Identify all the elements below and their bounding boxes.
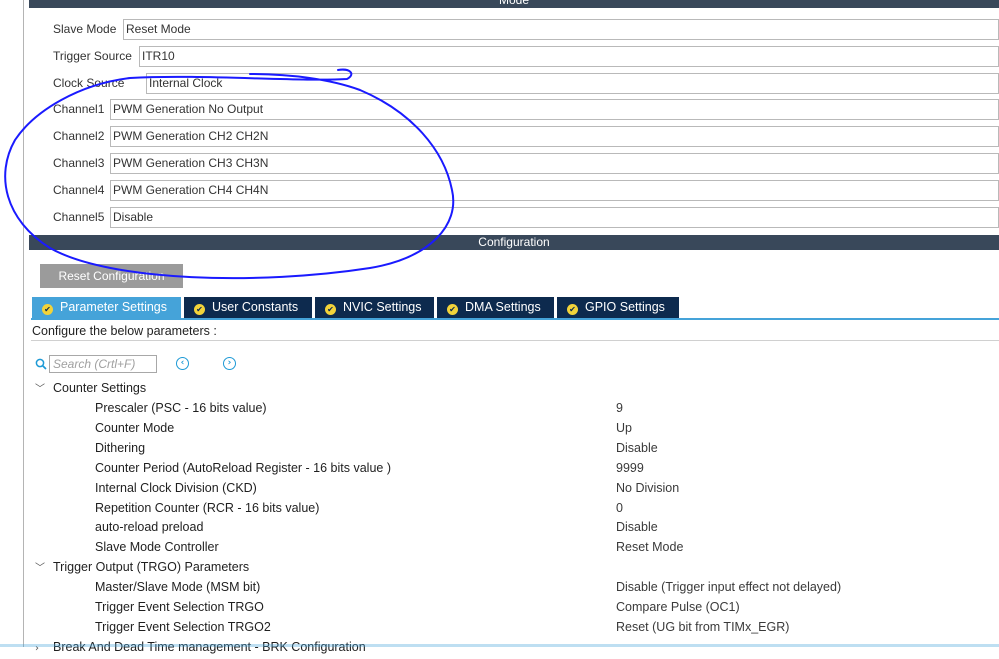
group-break-dead-time[interactable]: › Break And Dead Time management - BRK Co… <box>35 637 366 657</box>
param-value: Disable <box>616 520 658 534</box>
channel3-select[interactable]: PWM Generation CH3 CH3N <box>110 153 999 174</box>
trigger-source-select[interactable]: ITR10 <box>139 46 999 67</box>
group-label: Counter Settings <box>53 381 147 395</box>
channel4-label: Channel4 <box>53 183 105 197</box>
clock-source-label: Clock Source <box>53 76 125 90</box>
trigger-source-label: Trigger Source <box>53 49 132 63</box>
param-value: 9 <box>616 401 623 415</box>
param-name: Counter Mode <box>95 421 175 435</box>
param-name: Counter Period (AutoReload Register - 16… <box>95 461 391 475</box>
param-value: Compare Pulse (OC1) <box>616 600 740 614</box>
search-input[interactable] <box>49 355 157 373</box>
param-value: Disable (Trigger input effect not delaye… <box>616 580 842 594</box>
chevron-right-circle-icon[interactable]: › <box>223 357 236 370</box>
channel2-label: Channel2 <box>53 129 105 143</box>
param-row[interactable]: Repetition Counter (RCR - 16 bits value)… <box>95 498 999 518</box>
configuration-header: Configuration <box>29 235 999 250</box>
group-label: Trigger Output (TRGO) Parameters <box>53 560 250 574</box>
check-circle-icon: ✔ <box>42 304 53 315</box>
param-name: Repetition Counter (RCR - 16 bits value) <box>95 501 320 515</box>
mode-row-channel2: Channel2 PWM Generation CH2 CH2N <box>53 126 999 148</box>
param-name: Master/Slave Mode (MSM bit) <box>95 580 261 594</box>
param-name: Dithering <box>95 441 146 455</box>
tab-label: DMA Settings <box>465 300 541 314</box>
param-value: Reset (UG bit from TIMx_EGR) <box>616 620 790 634</box>
configure-instructions: Configure the below parameters : <box>31 320 999 341</box>
param-name: Prescaler (PSC - 16 bits value) <box>95 401 267 415</box>
param-row[interactable]: Prescaler (PSC - 16 bits value) 9 <box>95 398 999 418</box>
mode-row-channel5: Channel5 Disable <box>53 207 999 229</box>
param-row[interactable]: Counter Mode Up <box>95 418 999 438</box>
tab-label: Parameter Settings <box>60 300 167 314</box>
param-row[interactable]: Slave Mode Controller Reset Mode <box>95 537 999 557</box>
param-value: Up <box>616 421 632 435</box>
slave-mode-label: Slave Mode <box>53 22 117 36</box>
param-row[interactable]: Trigger Event Selection TRGO2 Reset (UG … <box>95 617 999 637</box>
channel5-label: Channel5 <box>53 210 105 224</box>
channel4-select[interactable]: PWM Generation CH4 CH4N <box>110 180 999 201</box>
tab-label: NVIC Settings <box>343 300 422 314</box>
param-row[interactable]: Trigger Event Selection TRGO Compare Pul… <box>95 597 999 617</box>
mode-row-channel4: Channel4 PWM Generation CH4 CH4N <box>53 180 999 202</box>
mode-row-channel3: Channel3 PWM Generation CH3 CH3N <box>53 153 999 175</box>
tab-dma-settings[interactable]: ✔ DMA Settings <box>437 297 554 318</box>
check-circle-icon: ✔ <box>447 304 458 315</box>
channel3-label: Channel3 <box>53 156 105 170</box>
mode-row-slave-mode: Slave Mode Reset Mode <box>53 19 999 41</box>
reset-configuration-button[interactable]: Reset Configuration <box>40 264 183 288</box>
param-row[interactable]: auto-reload preload Disable <box>95 517 999 537</box>
tab-label: GPIO Settings <box>585 300 665 314</box>
param-value: No Division <box>616 481 680 495</box>
param-name: Trigger Event Selection TRGO <box>95 600 264 614</box>
chevron-down-icon: ﹀ <box>35 384 45 395</box>
param-value: Disable <box>616 441 658 455</box>
tab-user-constants[interactable]: ✔ User Constants <box>184 297 312 318</box>
mode-row-clock-source: Clock Source Internal Clock <box>53 73 999 95</box>
channel1-select[interactable]: PWM Generation No Output <box>110 99 999 120</box>
panel-divider <box>23 0 24 647</box>
param-name: Slave Mode Controller <box>95 540 219 554</box>
param-row[interactable]: Counter Period (AutoReload Register - 16… <box>95 458 999 478</box>
check-circle-icon: ✔ <box>325 304 336 315</box>
param-value: Reset Mode <box>616 540 684 554</box>
tab-nvic-settings[interactable]: ✔ NVIC Settings <box>315 297 434 318</box>
channel5-select[interactable]: Disable <box>110 207 999 228</box>
param-value: 0 <box>616 501 623 515</box>
param-name: Trigger Event Selection TRGO2 <box>95 620 271 634</box>
channel1-label: Channel1 <box>53 102 105 116</box>
group-label: Break And Dead Time management - BRK Con… <box>53 640 366 654</box>
tab-parameter-settings[interactable]: ✔ Parameter Settings <box>32 297 181 318</box>
channel2-select[interactable]: PWM Generation CH2 CH2N <box>110 126 999 147</box>
param-name: Internal Clock Division (CKD) <box>95 481 257 495</box>
chevron-right-icon: › <box>35 643 39 654</box>
param-value: 9999 <box>616 461 644 475</box>
param-name: auto-reload preload <box>95 520 204 534</box>
param-row[interactable]: Internal Clock Division (CKD) No Divisio… <box>95 478 999 498</box>
group-counter-settings[interactable]: ﹀ Counter Settings <box>35 378 146 398</box>
chevron-left-circle-icon[interactable]: ‹ <box>176 357 189 370</box>
group-trigger-output[interactable]: ﹀ Trigger Output (TRGO) Parameters <box>35 557 249 577</box>
chevron-down-icon: ﹀ <box>35 563 45 574</box>
mode-header: Mode <box>29 0 999 8</box>
check-circle-icon: ✔ <box>567 304 578 315</box>
check-circle-icon: ✔ <box>194 304 205 315</box>
mode-row-trigger-source: Trigger Source ITR10 <box>53 46 999 68</box>
search-icon[interactable] <box>35 358 47 373</box>
param-row[interactable]: Master/Slave Mode (MSM bit) Disable (Tri… <box>95 577 999 597</box>
mode-row-channel1: Channel1 PWM Generation No Output <box>53 99 999 121</box>
slave-mode-select[interactable]: Reset Mode <box>123 19 999 40</box>
tab-label: User Constants <box>212 300 299 314</box>
param-row[interactable]: Dithering Disable <box>95 438 999 458</box>
tab-gpio-settings[interactable]: ✔ GPIO Settings <box>557 297 679 318</box>
clock-source-select[interactable]: Internal Clock <box>146 73 999 94</box>
